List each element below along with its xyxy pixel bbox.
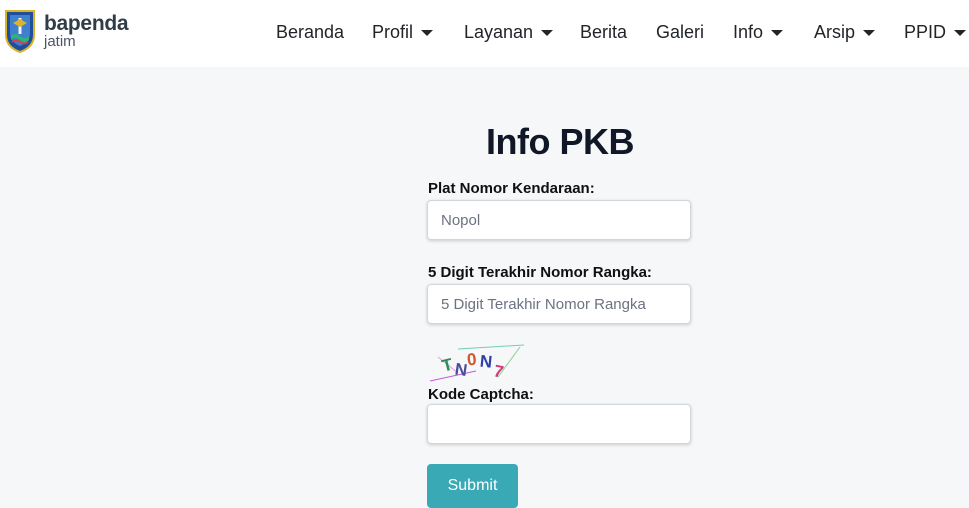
captcha-char: 0: [466, 350, 477, 370]
nav-item-info[interactable]: Info: [733, 20, 784, 44]
submit-button[interactable]: Submit: [427, 464, 518, 508]
captcha-char: N: [479, 352, 493, 372]
nav-label: Info: [733, 21, 764, 42]
nav-item-layanan[interactable]: Layanan: [464, 20, 554, 44]
page-title: Info PKB: [486, 121, 634, 162]
rangka-label: 5 Digit Terakhir Nomor Rangka:: [428, 264, 652, 281]
nav-item-beranda[interactable]: Beranda: [276, 20, 344, 44]
nav-item-galeri[interactable]: Galeri: [656, 20, 704, 44]
captcha-image: T N 0 N 7: [429, 344, 524, 382]
nav-label: Layanan: [464, 21, 534, 42]
captcha-noise-line: [457, 344, 524, 350]
nav-item-profil[interactable]: Profil: [372, 20, 434, 44]
nav-label: PPID: [904, 21, 947, 42]
brand-name: bapenda: [44, 12, 129, 35]
captcha-char: T: [440, 355, 455, 376]
captcha-label: Kode Captcha:: [428, 386, 534, 403]
caret-down-icon: [421, 30, 434, 36]
nav-label: Berita: [580, 21, 628, 42]
caret-down-icon: [771, 30, 784, 36]
caret-down-icon: [541, 30, 554, 36]
nav-item-berita[interactable]: Berita: [580, 20, 627, 44]
nav-label: Arsip: [814, 21, 856, 42]
nav-label: Galeri: [656, 21, 705, 42]
nomor-rangka-input[interactable]: [427, 284, 691, 324]
brand-logo[interactable]: bapenda jatim: [3, 6, 129, 56]
nav-label: Beranda: [276, 21, 345, 42]
brand-subname: jatim: [44, 33, 76, 50]
nav-item-ppid[interactable]: PPID: [904, 20, 967, 44]
nav-label: Profil: [372, 21, 414, 42]
navbar: bapenda jatim Beranda Profil Layanan Ber…: [0, 0, 969, 67]
plat-label: Plat Nomor Kendaraan:: [428, 180, 595, 197]
plat-nomor-input[interactable]: [427, 200, 691, 240]
captcha-char: N: [454, 360, 469, 381]
caret-down-icon: [954, 30, 967, 36]
nav-item-arsip[interactable]: Arsip: [814, 20, 876, 44]
captcha-char: 7: [492, 361, 505, 382]
captcha-input[interactable]: [427, 404, 691, 444]
caret-down-icon: [863, 30, 876, 36]
east-java-emblem-icon: [5, 10, 35, 53]
